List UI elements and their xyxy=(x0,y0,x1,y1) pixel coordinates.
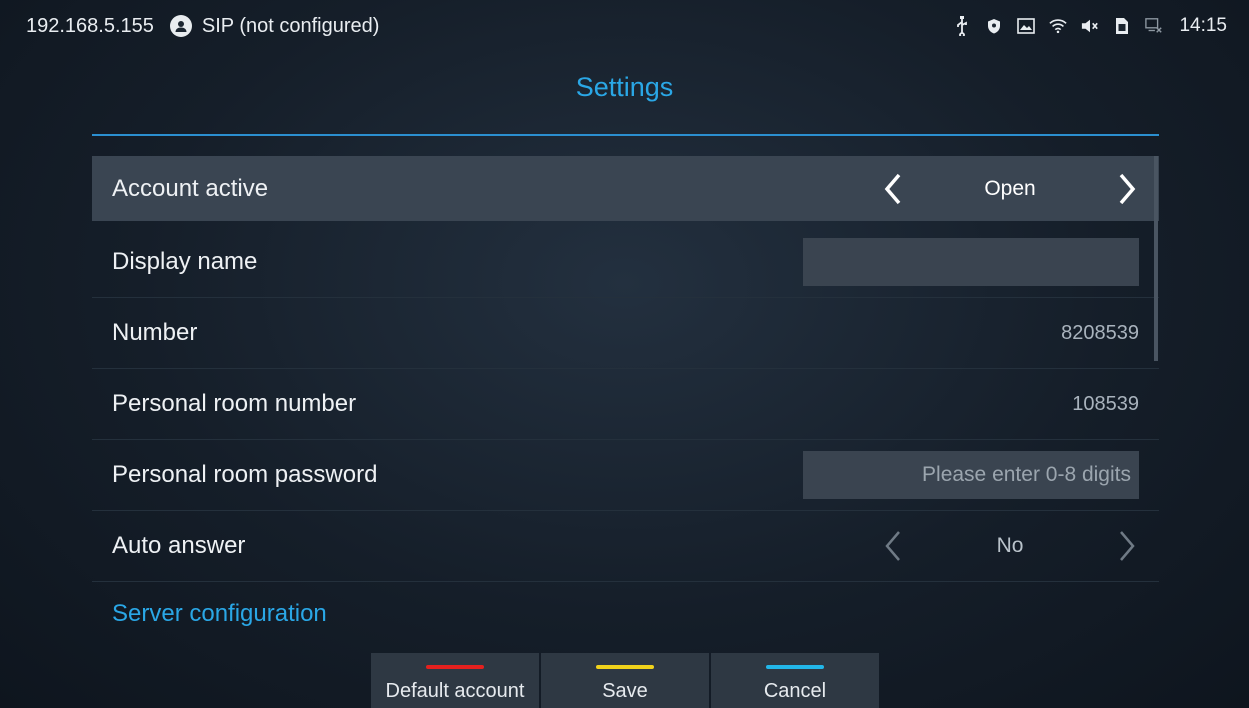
personal-room-password-label: Personal room password xyxy=(112,461,378,488)
red-key-indicator xyxy=(426,665,484,669)
chevron-left-icon[interactable] xyxy=(879,169,907,209)
personal-room-password-input[interactable]: Please enter 0-8 digits xyxy=(803,451,1139,499)
scrollbar-thumb[interactable] xyxy=(1154,156,1158,361)
status-bar: 192.168.5.155 SIP (not configured) 14:15 xyxy=(0,0,1249,52)
mute-icon xyxy=(1081,16,1099,36)
row-auto-answer[interactable]: Auto answer No xyxy=(92,511,1159,582)
cancel-label: Cancel xyxy=(763,680,827,702)
account-active-label: Account active xyxy=(112,174,269,202)
row-account-active[interactable]: Account active Open xyxy=(92,156,1159,221)
save-label: Save xyxy=(602,680,648,702)
scrollbar[interactable] xyxy=(1154,156,1158,632)
status-left: 192.168.5.155 SIP (not configured) xyxy=(26,15,379,38)
default-account-label: Default account xyxy=(385,680,525,702)
row-personal-room-password[interactable]: Personal room password Please enter 0-8 … xyxy=(92,440,1159,511)
chevron-left-icon[interactable] xyxy=(879,526,907,566)
account-active-value: Open xyxy=(984,176,1036,200)
status-right: 14:15 xyxy=(953,15,1227,37)
number-value: 8208539 xyxy=(1061,321,1139,344)
network-disconnected-icon xyxy=(1145,16,1163,36)
chevron-right-icon[interactable] xyxy=(1113,526,1141,566)
cancel-button[interactable]: Cancel xyxy=(711,653,879,708)
clock: 14:15 xyxy=(1179,15,1227,36)
display-name-label: Display name xyxy=(112,248,258,275)
personal-room-number-value: 108539 xyxy=(1072,392,1139,415)
title-divider xyxy=(92,134,1159,136)
shield-icon xyxy=(985,16,1003,36)
auto-answer-selector[interactable]: No xyxy=(879,526,1141,566)
wifi-icon xyxy=(1049,16,1068,36)
account-icon xyxy=(169,15,192,37)
personal-room-number-label: Personal room number xyxy=(112,390,357,417)
row-personal-room-number: Personal room number 108539 xyxy=(92,369,1159,440)
chevron-right-icon[interactable] xyxy=(1113,169,1141,209)
default-account-button[interactable]: Default account xyxy=(371,653,539,708)
account-active-selector[interactable]: Open xyxy=(879,169,1141,209)
blue-key-indicator xyxy=(766,665,824,669)
display-name-input[interactable] xyxy=(803,238,1139,286)
auto-answer-value: No xyxy=(996,534,1024,557)
usb-icon xyxy=(953,16,971,36)
settings-list: Account active Open Display name Number … xyxy=(92,156,1159,582)
sim-icon xyxy=(1113,16,1131,36)
save-button[interactable]: Save xyxy=(541,653,709,708)
row-number: Number 8208539 xyxy=(92,298,1159,369)
yellow-key-indicator xyxy=(596,665,654,669)
softkey-bar: Default account Save Cancel xyxy=(371,653,879,708)
auto-answer-label: Auto answer xyxy=(112,532,246,559)
server-configuration-link[interactable]: Server configuration xyxy=(112,600,327,628)
ip-address: 192.168.5.155 xyxy=(26,14,154,37)
page-title: Settings xyxy=(575,72,674,102)
screenshot-icon xyxy=(1017,16,1036,36)
number-label: Number xyxy=(112,319,198,346)
row-display-name[interactable]: Display name xyxy=(92,227,1159,298)
account-status: SIP (not configured) xyxy=(201,14,380,37)
